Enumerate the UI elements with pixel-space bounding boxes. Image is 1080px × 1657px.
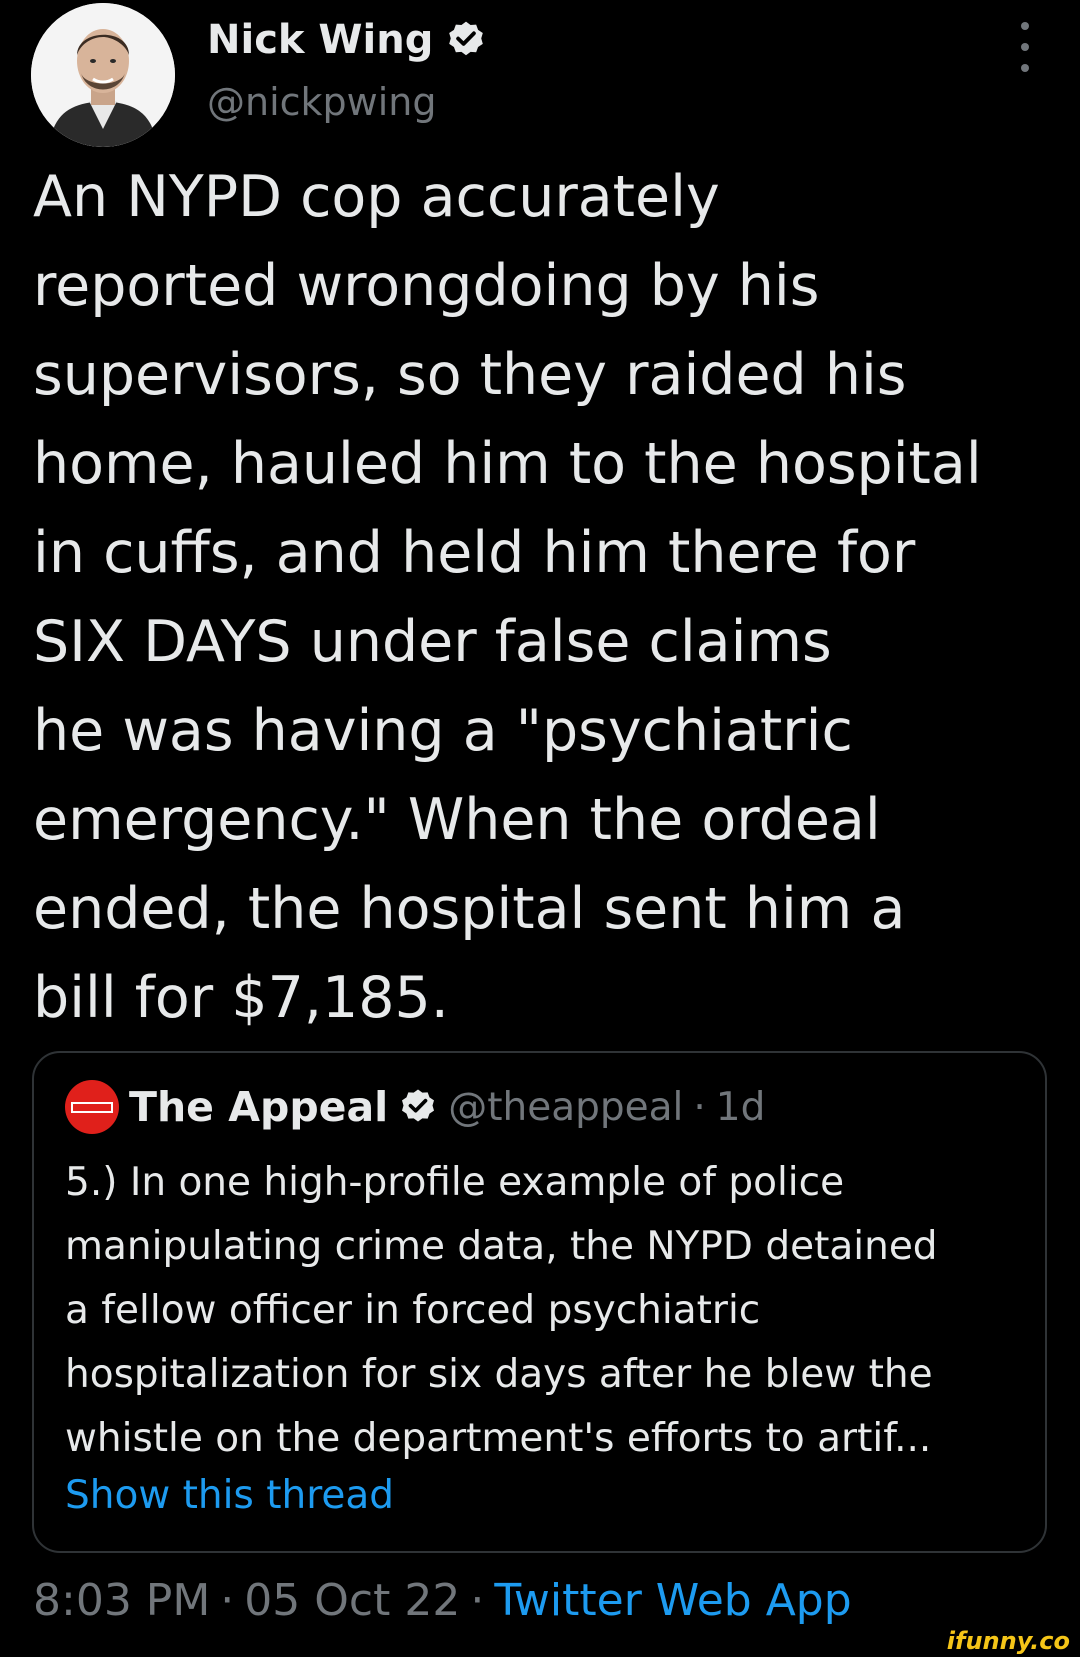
ifunny-watermark: ifunny.co xyxy=(946,1627,1070,1655)
the-appeal-logo-icon[interactable] xyxy=(65,1080,119,1134)
tweet: Nick Wing @nickpwing An NYPD cop accurat… xyxy=(0,0,1080,1640)
author-name-row: Nick Wing xyxy=(207,14,487,66)
quoted-tweet-age[interactable]: 1d xyxy=(716,1085,766,1130)
quoted-separator: · xyxy=(693,1084,706,1130)
meta-separator: · xyxy=(470,1574,485,1626)
quoted-author-handle[interactable]: @theappeal xyxy=(448,1085,683,1130)
tweet-text: An NYPD cop accurately reported wrongdoi… xyxy=(33,164,982,1031)
meta-separator: · xyxy=(220,1574,235,1626)
author-handle[interactable]: @nickpwing xyxy=(207,80,437,124)
tweet-time[interactable]: 8:03 PM xyxy=(33,1575,210,1626)
tweet-source-link[interactable]: Twitter Web App xyxy=(494,1575,851,1626)
quoted-tweet[interactable]: The Appeal @theappeal · 1d 5.) In one hi… xyxy=(32,1051,1047,1553)
author-avatar[interactable] xyxy=(31,3,175,147)
tweet-meta: 8:03 PM · 05 Oct 22 · Twitter Web App xyxy=(33,1570,852,1630)
quoted-tweet-header: The Appeal @theappeal · 1d xyxy=(65,1079,765,1135)
tweet-date[interactable]: 05 Oct 22 xyxy=(244,1575,460,1626)
quoted-tweet-text: 5.) In one high-profile example of polic… xyxy=(65,1160,938,1461)
quoted-verified-badge-icon xyxy=(398,1087,438,1127)
show-thread-link[interactable]: Show this thread xyxy=(65,1473,394,1518)
avatar-photo-icon xyxy=(31,3,175,147)
quoted-author-name[interactable]: The Appeal xyxy=(129,1083,388,1131)
verified-badge-icon xyxy=(445,19,487,61)
more-vertical-icon[interactable] xyxy=(1010,22,1040,72)
author-name[interactable]: Nick Wing xyxy=(207,17,433,63)
